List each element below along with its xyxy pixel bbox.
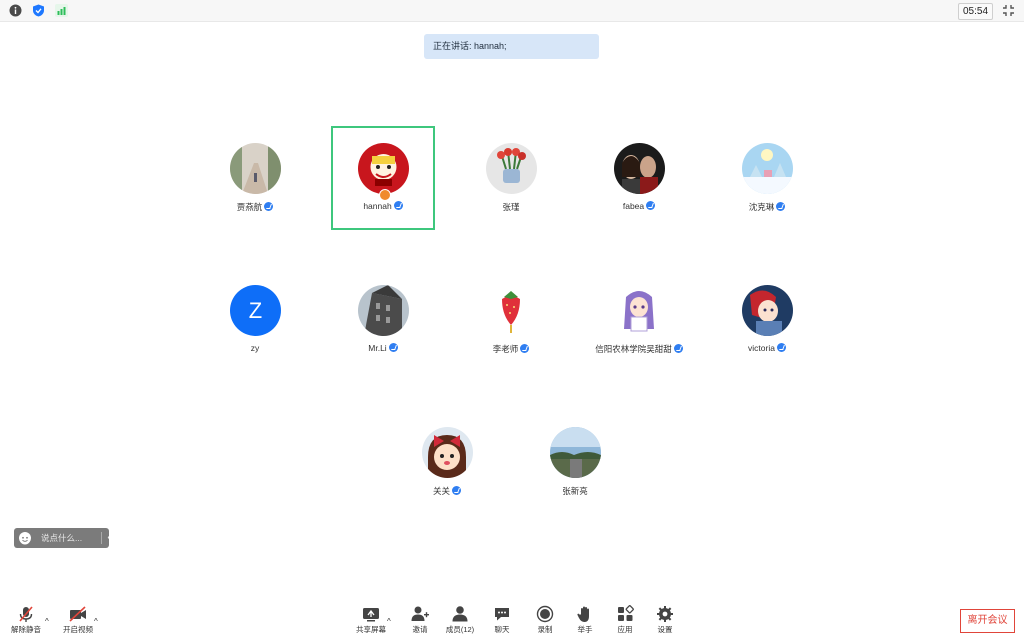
emoji-icon[interactable] xyxy=(19,532,31,545)
participant-name: victoria xyxy=(675,343,859,353)
chat-button[interactable]: 聊天 xyxy=(482,605,522,635)
participant-tile[interactable]: 沈克琳 xyxy=(715,126,819,230)
avatar xyxy=(614,285,665,336)
invite-button[interactable]: 邀请 xyxy=(400,605,440,635)
participant-tile[interactable]: 李老师 xyxy=(459,268,563,372)
shield-icon[interactable] xyxy=(32,4,45,17)
avatar: Z xyxy=(230,285,281,336)
record-button[interactable]: 录制 xyxy=(525,605,565,635)
speaking-indicator: 正在讲话: hannah; xyxy=(424,34,599,59)
participant-tile[interactable]: 张新亮 xyxy=(523,410,627,514)
participant-tile[interactable]: 信阳农林学院吴甜甜 xyxy=(587,268,691,372)
participant-tile-active[interactable]: hannah xyxy=(331,126,435,230)
participant-tile[interactable]: Mr.Li xyxy=(331,268,435,372)
chat-placeholder: 说点什么... xyxy=(41,533,83,543)
avatar xyxy=(486,285,537,336)
verified-icon xyxy=(388,343,398,352)
avatar xyxy=(550,427,601,478)
host-icon xyxy=(379,189,391,201)
info-icon[interactable] xyxy=(9,4,22,17)
verified-icon xyxy=(646,201,656,210)
participant-tile[interactable]: victoria xyxy=(715,268,819,372)
members-button[interactable]: 成员(12) xyxy=(440,605,480,635)
avatar xyxy=(742,143,793,194)
verified-icon xyxy=(393,201,403,210)
chat-input[interactable]: 说点什么... ‹ xyxy=(14,528,111,548)
verified-icon xyxy=(264,202,274,211)
apps-icon xyxy=(618,605,634,621)
avatar xyxy=(358,143,409,194)
video-options-chevron-icon[interactable]: ^ xyxy=(94,617,98,626)
start-video-button[interactable]: 开启视频 xyxy=(58,605,98,635)
top-status-bar: 05:54 xyxy=(0,0,1024,22)
divider xyxy=(101,532,102,544)
share-screen-icon xyxy=(363,608,379,622)
participant-tile[interactable]: 张瑾 xyxy=(459,126,563,230)
participant-tile[interactable]: Z zy xyxy=(203,268,307,372)
participant-name: 沈克琳 xyxy=(675,201,859,213)
add-user-icon xyxy=(411,606,429,621)
participant-tile[interactable]: 关关 xyxy=(395,410,499,514)
leave-meeting-button[interactable]: 离开会议 xyxy=(960,609,1015,633)
camera-off-icon xyxy=(69,606,86,622)
avatar xyxy=(614,143,665,194)
fullscreen-exit-icon[interactable] xyxy=(1002,4,1015,17)
avatar xyxy=(230,143,281,194)
participant-tile[interactable]: fabea xyxy=(587,126,691,230)
record-icon xyxy=(536,605,554,623)
collapse-chevron-icon[interactable]: ‹ xyxy=(103,531,115,545)
signal-icon[interactable] xyxy=(55,4,68,17)
unmute-button[interactable]: 解除静音 xyxy=(6,605,46,635)
raise-hand-button[interactable]: 举手 xyxy=(565,605,605,635)
share-screen-button[interactable]: 共享屏幕 xyxy=(351,605,391,635)
share-options-chevron-icon[interactable]: ^ xyxy=(387,617,391,626)
participant-tile[interactable]: 贾燕航 xyxy=(203,126,307,230)
gear-icon xyxy=(657,606,673,622)
verified-icon xyxy=(520,344,530,353)
settings-button[interactable]: 设置 xyxy=(645,605,685,635)
verified-icon xyxy=(776,343,786,352)
verified-icon xyxy=(452,486,461,495)
participant-name: 张新亮 xyxy=(562,486,588,496)
unmute-options-chevron-icon[interactable]: ^ xyxy=(45,617,49,626)
meeting-timer: 05:54 xyxy=(958,3,993,20)
chat-icon xyxy=(495,608,509,621)
apps-button[interactable]: 应用 xyxy=(605,605,645,635)
verified-icon xyxy=(776,202,786,211)
avatar xyxy=(422,427,473,478)
hand-icon xyxy=(577,606,589,622)
avatar xyxy=(358,285,409,336)
avatar xyxy=(486,143,537,194)
microphone-muted-icon xyxy=(19,606,33,622)
avatar xyxy=(742,285,793,336)
members-icon xyxy=(452,606,468,622)
